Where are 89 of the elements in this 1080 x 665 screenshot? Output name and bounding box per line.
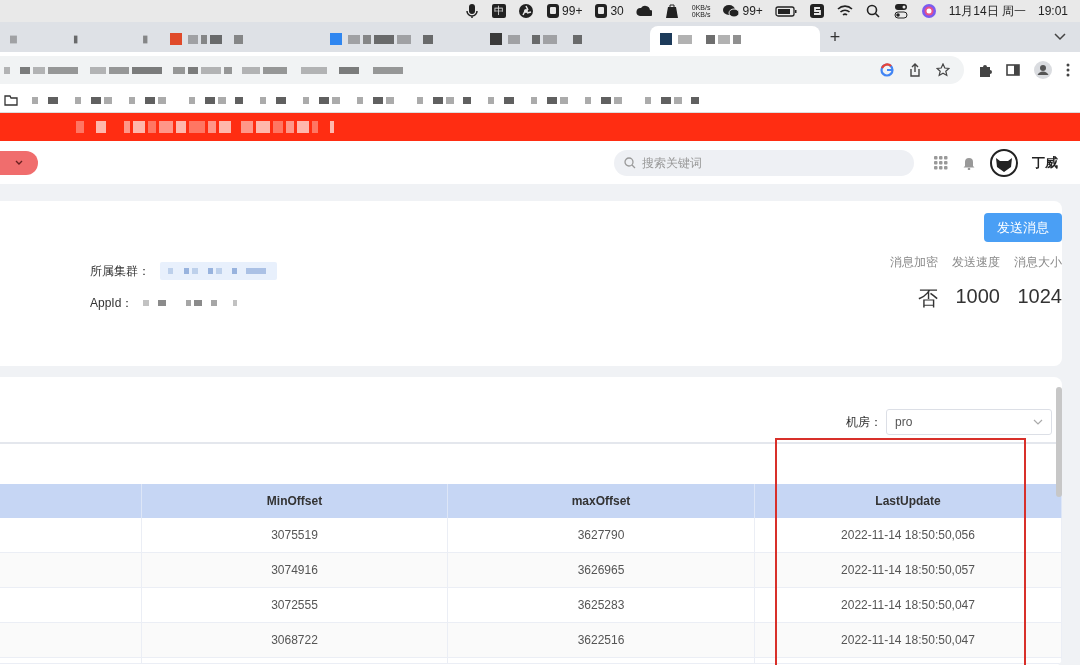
- control-center-icon[interactable]: [892, 3, 909, 19]
- menu-icon[interactable]: [1066, 63, 1070, 77]
- avatar-icon[interactable]: [990, 148, 1018, 177]
- column-header: MinOffset: [142, 484, 448, 518]
- badge-count: 99+: [742, 4, 763, 18]
- table-cell: 3072555: [142, 588, 448, 622]
- sidebar-icon[interactable]: [1006, 63, 1020, 77]
- filter-label: 机房：: [846, 413, 882, 431]
- blurred-text: [417, 96, 474, 104]
- bookmark-item[interactable]: [488, 96, 517, 104]
- stat-value: 1024: [1017, 285, 1062, 308]
- bookmark-item[interactable]: [189, 96, 246, 104]
- table-cell: 3074916: [142, 553, 448, 587]
- bag-icon[interactable]: [663, 3, 680, 19]
- table-cell: 2022-11-14 18:50:50,057: [755, 553, 1062, 587]
- chat-icon[interactable]: [722, 3, 741, 19]
- bookmark-item[interactable]: [645, 96, 702, 104]
- blurred-text: [531, 96, 571, 104]
- stat-label: 消息大小: [1014, 254, 1062, 271]
- bookmark-item[interactable]: [75, 96, 115, 104]
- table-cell: 2022-11-14 18:50:50,047: [755, 623, 1062, 657]
- google-icon[interactable]: [880, 63, 894, 77]
- siri-icon[interactable]: [920, 3, 937, 19]
- table-cell: 3625283: [448, 588, 755, 622]
- blurred-text: [189, 96, 246, 104]
- wifi-icon[interactable]: [836, 3, 853, 19]
- blurred-text: [75, 96, 115, 104]
- bookmark-item[interactable]: [303, 96, 343, 104]
- env-selector[interactable]: [0, 150, 38, 175]
- browser-tab[interactable]: [650, 26, 820, 52]
- favicon-icon: [170, 33, 182, 45]
- input-method-indicator[interactable]: 中: [492, 4, 507, 18]
- search-icon: [624, 156, 636, 169]
- fan-icon[interactable]: [518, 3, 535, 19]
- room-select[interactable]: pro: [886, 409, 1052, 435]
- blurred-text: [678, 34, 744, 44]
- stat-value: 1000: [955, 285, 1000, 308]
- table-cell: 2022-11-14 18:50:50,056: [755, 518, 1062, 552]
- blurred-text: [303, 96, 343, 104]
- table-cell: 3627790: [448, 518, 755, 552]
- bookmark-item[interactable]: [260, 96, 289, 104]
- blurred-text: [260, 96, 289, 104]
- badge-count: 99+: [562, 4, 583, 18]
- field-label: AppId：: [90, 294, 134, 312]
- avatar-icon[interactable]: [1034, 61, 1052, 79]
- user-name[interactable]: 丁威: [1032, 153, 1058, 172]
- battery-icon[interactable]: [774, 3, 797, 19]
- stat-label: 发送速度: [952, 254, 1000, 271]
- share-icon[interactable]: [908, 63, 922, 77]
- cloud-icon[interactable]: [635, 3, 652, 19]
- chevron-down-icon[interactable]: [1054, 33, 1066, 41]
- scrollbar-thumb[interactable]: [1056, 387, 1062, 497]
- app-icon[interactable]: [594, 3, 609, 19]
- blurred-text: [488, 96, 517, 104]
- table-cell: 3075519: [142, 518, 448, 552]
- column-header: maxOffset: [448, 484, 755, 518]
- blurred-text: [188, 34, 246, 44]
- favicon-icon: [330, 33, 342, 45]
- folder-icon[interactable]: [4, 94, 18, 106]
- app-icon[interactable]: [546, 3, 561, 19]
- badge-count: 30: [610, 4, 624, 18]
- table-cell: 2022-11-14 18:50:50,047: [755, 588, 1062, 622]
- table-cell: 3068722: [142, 623, 448, 657]
- address-field[interactable]: [0, 56, 964, 84]
- star-icon[interactable]: [936, 63, 950, 77]
- table-cell: 3626965: [448, 553, 755, 587]
- bookmark-item[interactable]: [531, 96, 571, 104]
- stat-value: 否: [918, 286, 938, 311]
- microphone-icon[interactable]: [464, 3, 481, 19]
- table-cell: 3622516: [448, 623, 755, 657]
- search-icon[interactable]: [864, 3, 881, 19]
- clock-label: 19:01: [1037, 4, 1068, 18]
- chevron-down-icon: [1033, 419, 1043, 425]
- bookmark-item[interactable]: [417, 96, 474, 104]
- favicon-icon: [660, 33, 672, 45]
- blurred-text: [32, 96, 61, 104]
- s-app-icon[interactable]: [808, 3, 825, 19]
- blurred-text: [645, 96, 702, 104]
- new-tab-button[interactable]: +: [820, 26, 850, 48]
- search-field[interactable]: 搜索关键词: [614, 149, 914, 176]
- bell-icon[interactable]: [962, 155, 976, 170]
- puzzle-icon[interactable]: [978, 63, 992, 77]
- apps-grid-icon[interactable]: [934, 155, 948, 170]
- date-label: 11月14日 周一: [948, 2, 1026, 20]
- stat-label: 消息加密: [890, 254, 938, 271]
- bookmark-item[interactable]: [32, 96, 61, 104]
- favicon-icon: [490, 33, 502, 45]
- field-label: 所属集群：: [90, 262, 150, 280]
- chevron-down-icon: [15, 159, 23, 166]
